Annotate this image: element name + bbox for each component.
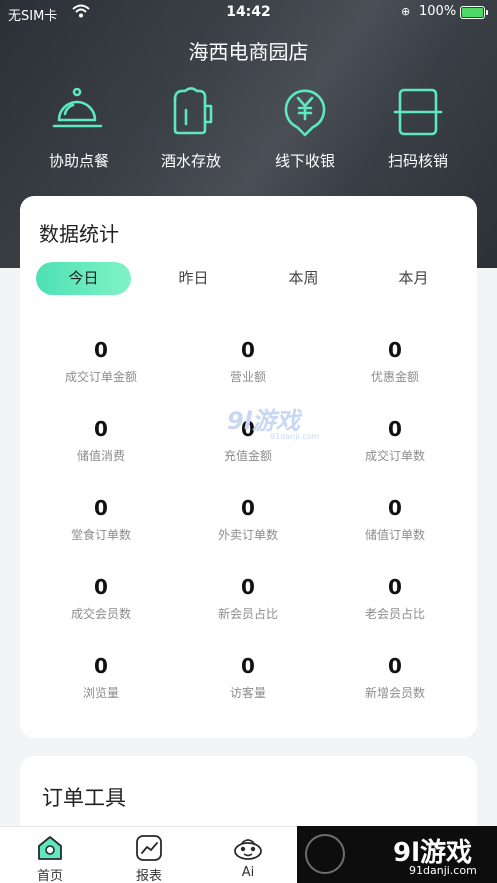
stat-label: 浏览量 <box>82 686 119 700</box>
watermark-logo-text: 9l游戏 <box>227 407 303 435</box>
stat-label: 外卖订单数 <box>217 528 278 542</box>
stat-label: 老会员占比 <box>364 607 425 621</box>
beer-mug-icon <box>173 87 213 135</box>
stat-item: 0 优惠金额 <box>325 338 465 385</box>
quick-action-scan-verify[interactable]: 扫码核销 <box>362 84 474 171</box>
battery-percentage: 100% <box>419 4 457 19</box>
watermark-orb-icon <box>305 834 345 874</box>
home-icon <box>38 836 62 860</box>
stat-value: 0 <box>388 338 402 362</box>
battery-icon <box>460 6 488 19</box>
yuan-coin-pin-icon <box>284 89 326 137</box>
stat-value: 0 <box>241 338 255 362</box>
store-name: 海西电商园店 <box>188 40 309 64</box>
tab-ai[interactable]: Ai <box>218 833 278 880</box>
stat-item: 0 新会员占比 <box>178 575 318 622</box>
orientation-lock-icon: ⊕ <box>401 5 411 18</box>
quick-action-offline-cashier[interactable]: 线下收银 <box>249 84 361 171</box>
stat-item: 0 堂食订单数 <box>31 496 171 543</box>
stat-label: 储值消费 <box>76 449 125 463</box>
stats-card-title: 数据统计 <box>39 222 119 246</box>
stat-value: 0 <box>94 575 108 599</box>
watermark-logo: 9l游戏 91danji.com <box>227 407 320 441</box>
stats-card: 数据统计 今日 昨日 本周 本月 0 成交订单金额 0 营业额 0 优惠金额 0 储值消… <box>20 196 477 738</box>
report-chart-icon <box>136 835 162 861</box>
quick-action-order-assist[interactable]: 协助点餐 <box>23 84 135 171</box>
stat-label: 优惠金额 <box>370 370 419 384</box>
quick-action-drink-storage[interactable]: 酒水存放 <box>135 84 247 171</box>
tab-yesterday[interactable]: 昨日 <box>146 262 241 295</box>
stat-value: 0 <box>388 417 402 441</box>
stat-item: 0 外卖订单数 <box>178 496 318 543</box>
stat-item: 0 浏览量 <box>31 654 171 701</box>
watermark-banner: 9l游戏 91danji.com <box>297 826 497 883</box>
tab-label: 报表 <box>135 869 162 883</box>
tab-today[interactable]: 今日 <box>36 262 131 295</box>
stat-item: 0 新增会员数 <box>325 654 465 701</box>
stat-item: 0 储值订单数 <box>325 496 465 543</box>
quick-action-label: 线下收银 <box>274 152 335 170</box>
watermark-site-text: 91danji.com <box>270 432 320 441</box>
stat-label: 营业额 <box>229 370 266 384</box>
scan-icon <box>393 88 443 136</box>
stat-item: 0 成交订单金额 <box>31 338 171 385</box>
stat-label: 访客量 <box>229 686 266 700</box>
stat-value: 0 <box>94 496 108 520</box>
watermark-banner-site: 91danji.com <box>409 864 477 877</box>
cloche-icon <box>52 87 103 128</box>
stat-label: 新会员占比 <box>217 607 278 621</box>
ai-bot-icon <box>234 839 262 860</box>
tab-this-month[interactable]: 本月 <box>366 262 461 295</box>
tab-report[interactable]: 报表 <box>119 833 179 883</box>
stat-label: 成交订单数 <box>364 449 425 463</box>
stat-item: 0 老会员占比 <box>325 575 465 622</box>
stat-value: 0 <box>241 496 255 520</box>
stat-label: 成交订单金额 <box>64 370 137 384</box>
tab-this-week[interactable]: 本周 <box>256 262 351 295</box>
tab-home[interactable]: 首页 <box>20 833 80 883</box>
quick-action-label: 酒水存放 <box>160 152 221 170</box>
tab-label: 首页 <box>36 869 63 883</box>
tab-label: Ai <box>241 865 255 880</box>
stat-value: 0 <box>94 654 108 678</box>
stat-value: 0 <box>241 575 255 599</box>
stat-label: 充值金额 <box>223 449 272 463</box>
order-tools-title: 订单工具 <box>42 786 126 810</box>
stat-label: 堂食订单数 <box>70 528 131 542</box>
stat-item: 0 储值消费 <box>31 417 171 464</box>
stat-value: 0 <box>388 654 402 678</box>
stat-label: 新增会员数 <box>364 686 425 700</box>
period-tabs: 今日 昨日 本周 本月 <box>36 262 476 295</box>
stat-value: 0 <box>241 654 255 678</box>
stat-item: 0 成交会员数 <box>31 575 171 622</box>
stat-label: 成交会员数 <box>70 607 131 621</box>
stat-value: 0 <box>94 417 108 441</box>
stat-value: 0 <box>94 338 108 362</box>
stat-item: 0 营业额 <box>178 338 318 385</box>
stat-value: 0 <box>388 496 402 520</box>
stat-item: 0 访客量 <box>178 654 318 701</box>
quick-action-label: 扫码核销 <box>387 152 448 170</box>
stat-label: 储值订单数 <box>364 528 425 542</box>
stat-item: 0 成交订单数 <box>325 417 465 464</box>
quick-action-label: 协助点餐 <box>48 152 109 170</box>
stat-value: 0 <box>388 575 402 599</box>
status-bar: 无SIM卡 14:42 ⊕ 100% <box>0 0 497 26</box>
